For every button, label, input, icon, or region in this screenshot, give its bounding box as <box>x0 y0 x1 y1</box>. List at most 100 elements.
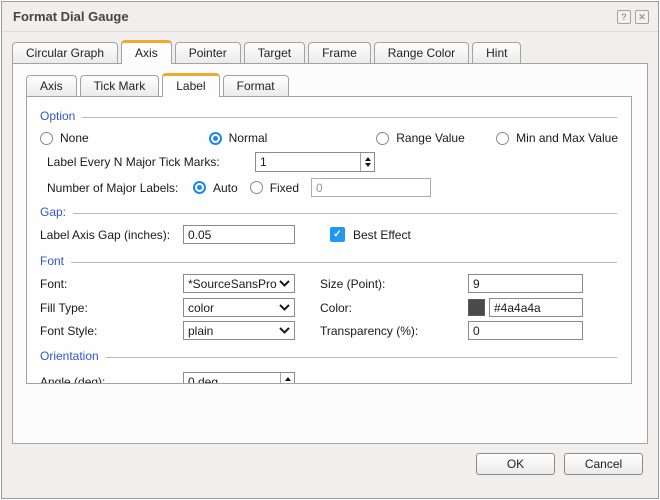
number-of-major-row: Number of Major Labels: Auto Fixed <box>40 178 618 197</box>
radio-none[interactable]: None <box>40 131 209 145</box>
dialog-title: Format Dial Gauge <box>13 9 613 24</box>
radio-auto[interactable]: Auto <box>193 181 238 195</box>
subtab-format[interactable]: Format <box>223 75 289 96</box>
radio-none-icon <box>40 132 53 145</box>
spinner-buttons <box>360 153 374 171</box>
label-every-n-spinner[interactable]: 1 <box>255 152 375 172</box>
section-divider <box>106 357 617 358</box>
radio-min-max-value-label: Min and Max Value <box>516 131 618 145</box>
spinner-up-icon[interactable] <box>285 377 291 381</box>
fixed-count-input[interactable] <box>311 178 431 197</box>
tab-range-color[interactable]: Range Color <box>374 42 469 63</box>
radio-auto-label: Auto <box>213 181 238 195</box>
option-section-title: Option <box>40 109 75 123</box>
number-of-major-label: Number of Major Labels: <box>47 181 193 195</box>
radio-fixed-label: Fixed <box>270 181 299 195</box>
axis-gap-row: Label Axis Gap (inches): ✓ Best Effect <box>40 225 618 244</box>
help-button[interactable]: ? <box>617 10 631 24</box>
fill-type-dropdown-value: color <box>188 301 214 315</box>
axis-tab-panel: Axis Tick Mark Label Format Option None … <box>12 63 648 444</box>
size-label: Size (Point): <box>320 277 468 291</box>
cancel-button[interactable]: Cancel <box>564 453 643 475</box>
radio-normal-label: Normal <box>229 131 268 145</box>
label-every-n-label: Label Every N Major Tick Marks: <box>47 155 255 169</box>
axis-gap-input[interactable] <box>183 225 295 244</box>
tab-circular-graph[interactable]: Circular Graph <box>12 42 118 63</box>
section-divider <box>71 262 617 263</box>
spinner-down-icon[interactable] <box>365 163 371 167</box>
axis-sub-tabstrip: Axis Tick Mark Label Format <box>26 73 632 96</box>
radio-min-max-value-icon <box>496 132 509 145</box>
font-section-header: Font <box>40 254 618 268</box>
subtab-axis[interactable]: Axis <box>26 75 77 96</box>
font-row: Font: *SourceSansPro Size (Point): <box>40 274 618 293</box>
chevron-down-icon <box>279 280 290 287</box>
transparency-label: Transparency (%): <box>320 324 468 338</box>
font-section-title: Font <box>40 254 64 268</box>
radio-range-value-icon <box>376 132 389 145</box>
gap-section-header: Gap: <box>40 205 618 219</box>
radio-normal-icon <box>209 132 222 145</box>
angle-value: 0 deg <box>184 373 280 384</box>
section-divider <box>82 117 617 118</box>
label-every-n-value: 1 <box>256 153 360 171</box>
color-input[interactable] <box>489 298 583 317</box>
gap-section-title: Gap: <box>40 205 66 219</box>
radio-min-max-value[interactable]: Min and Max Value <box>496 131 618 145</box>
fill-type-label: Fill Type: <box>40 301 183 315</box>
close-icon: ✕ <box>638 12 646 22</box>
best-effect-checkbox[interactable]: ✓ Best Effect <box>330 227 411 242</box>
tab-hint[interactable]: Hint <box>472 42 521 63</box>
color-swatch[interactable] <box>468 299 485 316</box>
tab-pointer[interactable]: Pointer <box>175 42 241 63</box>
font-dropdown-value: *SourceSansPro <box>188 277 277 291</box>
font-style-row: Font Style: plain Transparency (%): <box>40 321 618 340</box>
spinner-up-icon[interactable] <box>365 157 371 161</box>
radio-fixed[interactable]: Fixed <box>250 181 299 195</box>
main-tabstrip: Circular Graph Axis Pointer Target Frame… <box>12 40 648 63</box>
radio-normal[interactable]: Normal <box>209 131 377 145</box>
angle-label: Angle (deg): <box>40 375 183 384</box>
font-style-label: Font Style: <box>40 324 183 338</box>
fill-type-row: Fill Type: color Color: <box>40 298 618 317</box>
dialog-footer: OK Cancel <box>2 440 658 498</box>
option-radio-row: None Normal Range Value Min and Max Valu… <box>40 131 618 145</box>
label-subtab-panel: Option None Normal Range Value <box>26 96 632 384</box>
font-label: Font: <box>40 277 183 291</box>
fill-type-dropdown[interactable]: color <box>183 298 295 317</box>
angle-row: Angle (deg): 0 deg <box>40 372 618 384</box>
font-style-dropdown-value: plain <box>188 324 213 338</box>
close-button[interactable]: ✕ <box>635 10 649 24</box>
transparency-input[interactable] <box>468 321 583 340</box>
label-every-n-row: Label Every N Major Tick Marks: 1 <box>40 152 618 172</box>
tab-target[interactable]: Target <box>244 42 305 63</box>
radio-range-value[interactable]: Range Value <box>376 131 496 145</box>
axis-gap-label: Label Axis Gap (inches): <box>40 228 183 242</box>
size-input[interactable] <box>468 274 583 293</box>
orientation-section-header: Orientation <box>40 349 618 363</box>
section-divider <box>73 213 617 214</box>
tab-axis[interactable]: Axis <box>121 40 172 64</box>
subtab-tick-mark[interactable]: Tick Mark <box>80 75 160 96</box>
spinner-buttons <box>280 373 294 384</box>
radio-auto-icon <box>193 181 206 194</box>
chevron-down-icon <box>279 327 290 334</box>
font-dropdown[interactable]: *SourceSansPro <box>183 274 295 293</box>
help-icon: ? <box>621 12 627 22</box>
font-style-dropdown[interactable]: plain <box>183 321 295 340</box>
orientation-section-title: Orientation <box>40 349 99 363</box>
radio-fixed-icon <box>250 181 263 194</box>
best-effect-label: Best Effect <box>353 228 411 242</box>
color-label: Color: <box>320 301 468 315</box>
radio-range-value-label: Range Value <box>396 131 465 145</box>
format-dial-gauge-dialog: Format Dial Gauge ? ✕ Circular Graph Axi… <box>1 1 659 499</box>
option-section-header: Option <box>40 109 618 123</box>
titlebar: Format Dial Gauge ? ✕ <box>2 2 658 32</box>
angle-spinner[interactable]: 0 deg <box>183 372 295 384</box>
subtab-label[interactable]: Label <box>162 73 219 97</box>
ok-button[interactable]: OK <box>476 453 555 475</box>
tab-frame[interactable]: Frame <box>308 42 371 63</box>
spinner-down-icon[interactable] <box>285 383 291 384</box>
checkbox-checked-icon: ✓ <box>330 227 345 242</box>
radio-none-label: None <box>60 131 89 145</box>
